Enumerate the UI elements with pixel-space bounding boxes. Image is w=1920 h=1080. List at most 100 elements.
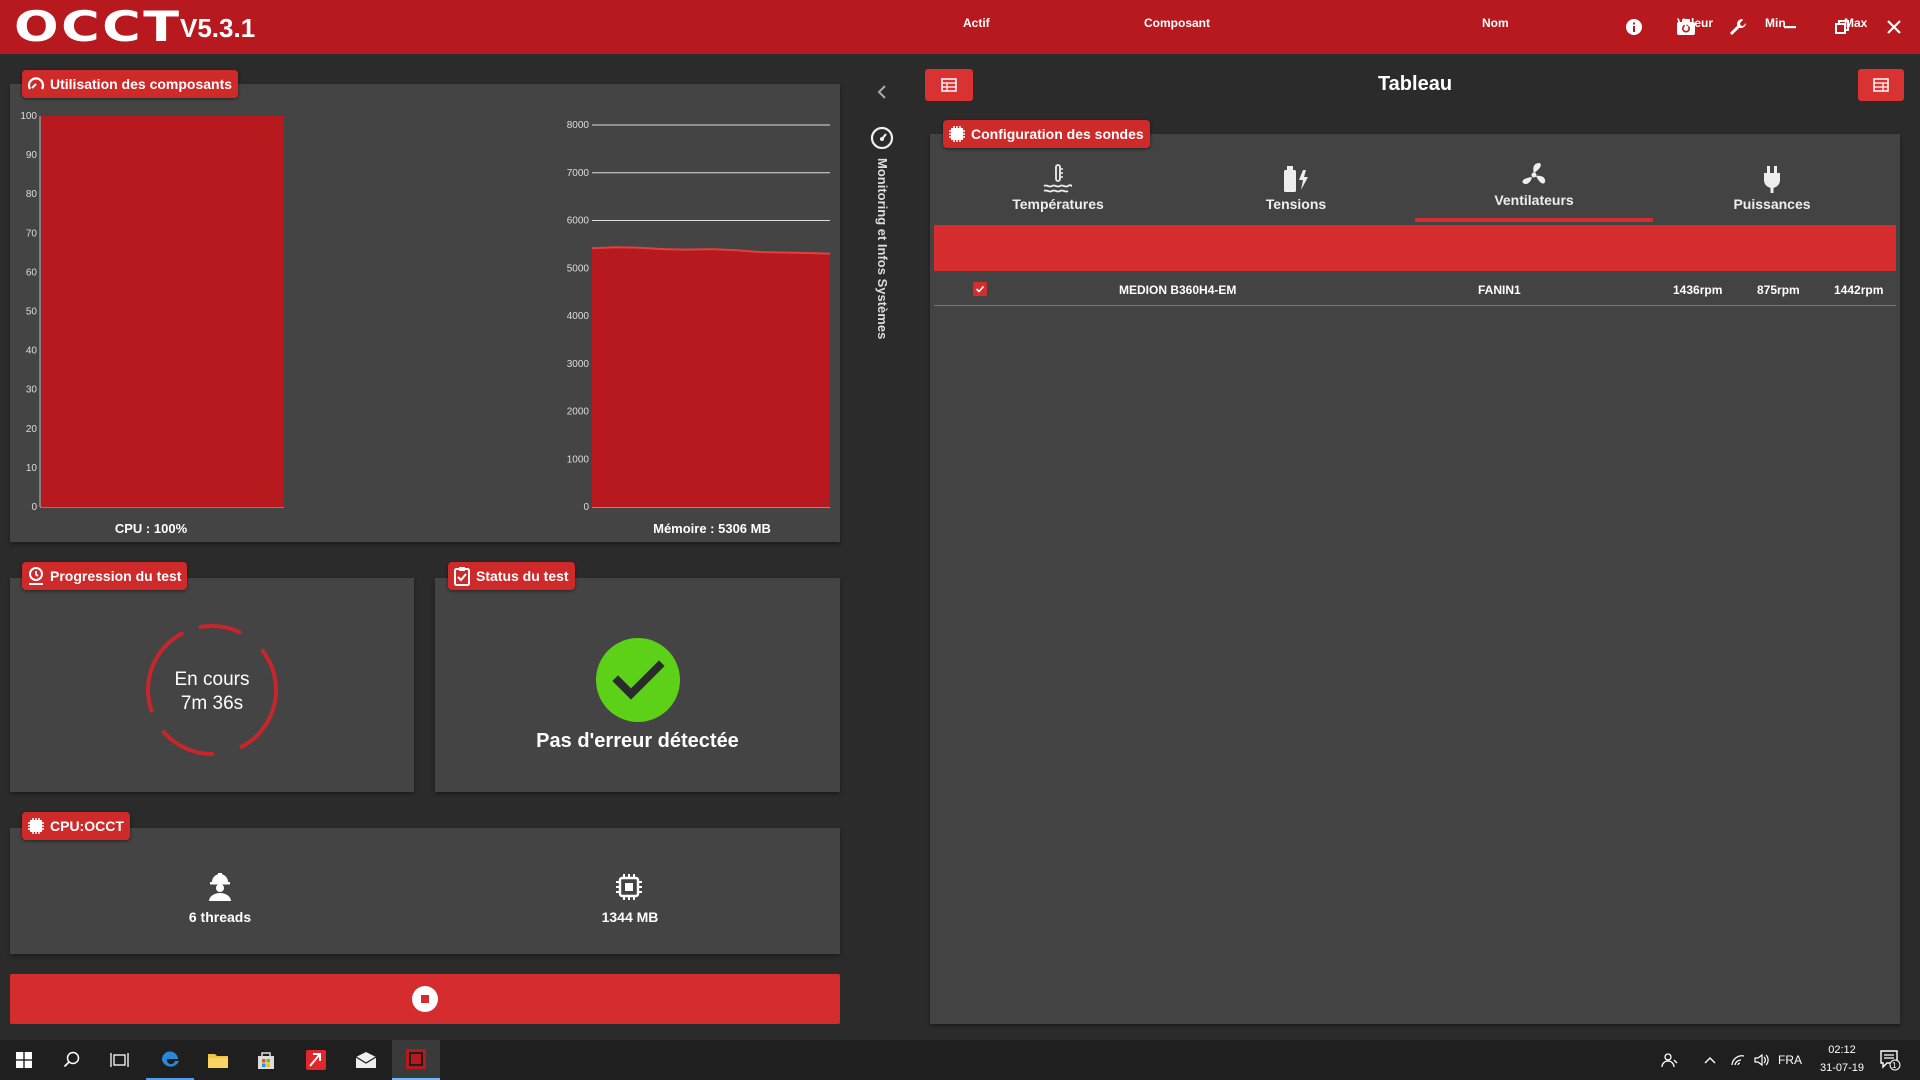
- search-button[interactable]: [48, 1040, 96, 1080]
- tab-tensions-label: Tensions: [1265, 196, 1327, 212]
- processor-icon: [616, 874, 642, 900]
- timer-icon: [29, 567, 43, 585]
- windows-taskbar: FRA 02:12 31-07-19 1: [0, 1040, 1920, 1080]
- table-view-icon: [941, 78, 957, 92]
- progress-badge-label: Progression du test: [50, 568, 182, 584]
- windows-logo-icon: [16, 1052, 32, 1068]
- volume-button[interactable]: [1748, 1040, 1776, 1080]
- task-view-button[interactable]: [96, 1040, 144, 1080]
- cpu-tick-label: 10: [26, 463, 38, 474]
- task-view-icon: [110, 1053, 129, 1067]
- th-max[interactable]: Max: [1844, 16, 1867, 30]
- memory-tick-label: 2000: [567, 407, 590, 418]
- threads-count: 6 threads: [188, 909, 252, 925]
- cpu-tick-label: 40: [26, 346, 38, 357]
- memory-tick-label: 6000: [567, 216, 590, 227]
- store-bag-icon: [258, 1052, 274, 1069]
- table-right-button[interactable]: [1858, 69, 1904, 101]
- pdf-app-icon: [306, 1050, 326, 1070]
- tab-puissances-label: Puissances: [1733, 196, 1811, 212]
- tab-ventilateurs[interactable]: Ventilateurs: [1415, 160, 1653, 222]
- taskbar-edge[interactable]: [146, 1040, 194, 1080]
- table-left-button[interactable]: [925, 69, 973, 101]
- cpu-occt-badge: CPU:OCCT: [22, 812, 130, 840]
- memory-tick-label: 5000: [567, 263, 590, 274]
- table-view-icon: [1873, 78, 1889, 92]
- stop-test-button[interactable]: [10, 974, 840, 1024]
- th-composant[interactable]: Composant: [1144, 16, 1210, 30]
- plug-icon: [1764, 166, 1780, 193]
- tab-temperatures-label: Températures: [1012, 196, 1104, 212]
- taskbar-pdf[interactable]: [292, 1040, 340, 1080]
- taskbar-store[interactable]: [242, 1040, 290, 1080]
- collapse-chevron-icon[interactable]: [870, 80, 894, 104]
- cpu-tick-label: 30: [26, 385, 38, 396]
- tab-puissances[interactable]: Puissances: [1653, 160, 1891, 222]
- status-badge-label: Status du test: [476, 568, 569, 584]
- tab-tensions[interactable]: Tensions: [1177, 160, 1415, 222]
- start-button[interactable]: [0, 1040, 48, 1080]
- th-valeur[interactable]: Valeur: [1677, 16, 1713, 30]
- th-min[interactable]: Min: [1765, 16, 1786, 30]
- row-active-checkbox[interactable]: [973, 282, 987, 296]
- checkmark-icon: [975, 285, 985, 293]
- close-icon[interactable]: [1868, 0, 1920, 54]
- success-check-icon: [596, 638, 680, 722]
- taskbar-mail[interactable]: [342, 1040, 390, 1080]
- mail-icon: [355, 1052, 377, 1068]
- cpu-tick-label: 70: [26, 228, 38, 239]
- taskbar-explorer[interactable]: [194, 1040, 242, 1080]
- table-row: [934, 272, 1896, 306]
- info-icon[interactable]: [1608, 0, 1660, 54]
- monitoring-sidebar-label: Monitoring et Infos Systèmes: [875, 158, 890, 340]
- cpu-caption: CPU : 100%: [114, 521, 188, 536]
- tray-chevron-button[interactable]: [1695, 1040, 1725, 1080]
- cpu-tick-label: 50: [26, 307, 38, 318]
- memory-tick-label: 8000: [567, 120, 590, 131]
- th-actif[interactable]: Actif: [963, 16, 990, 30]
- action-center-button[interactable]: 1: [1870, 1040, 1910, 1080]
- cpu-tick-label: 0: [31, 502, 37, 513]
- people-icon: [1661, 1053, 1678, 1068]
- memory-area: [592, 247, 830, 507]
- sensors-table-header: [934, 225, 1896, 271]
- th-nom[interactable]: Nom: [1482, 16, 1509, 30]
- progress-time: 7m 36s: [180, 693, 244, 714]
- cell-min: 875rpm: [1757, 283, 1800, 297]
- usage-charts: 1009080706050403020100800070006000500040…: [20, 111, 831, 513]
- monitoring-sidebar-tab[interactable]: Monitoring et Infos Systèmes: [866, 124, 898, 354]
- wrench-icon[interactable]: [1712, 0, 1764, 54]
- memory-tick-label: 0: [583, 502, 589, 513]
- sensors-badge-label: Configuration des sondes: [971, 126, 1144, 142]
- cell-valeur: 1436rpm: [1673, 283, 1723, 297]
- tab-temperatures[interactable]: Températures: [939, 160, 1177, 222]
- notification-icon: [1880, 1050, 1901, 1071]
- cpu-tick-label: 80: [26, 189, 38, 200]
- progress-status: En cours: [174, 669, 250, 690]
- cell-max: 1442rpm: [1834, 283, 1884, 297]
- people-button[interactable]: [1652, 1040, 1688, 1080]
- status-message: Pas d'erreur détectée: [536, 730, 739, 752]
- taskbar-occt[interactable]: [392, 1040, 440, 1080]
- cpu-tick-label: 100: [20, 111, 37, 122]
- chip-icon: [949, 126, 965, 142]
- clock-time[interactable]: 02:12: [1812, 1044, 1872, 1056]
- clock-date[interactable]: 31-07-19: [1808, 1062, 1876, 1074]
- worker-icon: [209, 873, 231, 901]
- language-indicator[interactable]: FRA: [1778, 1053, 1802, 1067]
- chevron-up-icon: [1704, 1057, 1716, 1064]
- wifi-icon: [1731, 1055, 1745, 1066]
- status-badge: Status du test: [448, 562, 575, 590]
- clipboard-icon: [454, 567, 470, 586]
- speedometer-icon: [870, 126, 894, 150]
- battery-icon: [1284, 166, 1308, 192]
- memory-tick-label: 1000: [567, 454, 590, 465]
- right-panel-title: Tableau: [1377, 73, 1453, 95]
- memory-tick-label: 3000: [567, 359, 590, 370]
- cpu-tick-label: 90: [26, 150, 38, 161]
- fan-icon: [1522, 163, 1546, 185]
- tab-ventilateurs-label: Ventilateurs: [1494, 192, 1574, 208]
- cell-nom: FANIN1: [1478, 283, 1521, 297]
- speaker-icon: [1754, 1053, 1769, 1067]
- edge-browser-icon: [161, 1051, 179, 1067]
